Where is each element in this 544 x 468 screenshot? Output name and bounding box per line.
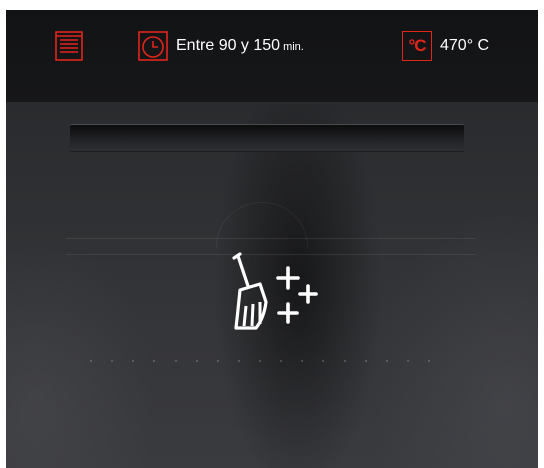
status-duration: Entre 90 y 150 min.: [138, 30, 304, 62]
temperature-value: 470° C: [440, 37, 490, 54]
door-handle: [70, 124, 464, 151]
oven-display: Entre 90 y 150 min. °C 470° C: [0, 0, 544, 468]
celsius-glyph: °C: [408, 36, 426, 55]
oven-mode-icon: [54, 31, 84, 61]
duration-text: Entre 90 y 150 min.: [176, 37, 304, 55]
status-mode: [54, 30, 84, 62]
clock-icon: [138, 31, 168, 61]
status-temperature: °C 470° C: [402, 30, 489, 62]
celsius-icon: °C: [402, 31, 432, 61]
duration-unit: min.: [283, 41, 304, 53]
cleaning-broom-sparkle-icon: [226, 244, 328, 340]
oven-frame: [6, 10, 538, 468]
door-vent-dots: [90, 360, 430, 366]
duration-value: Entre 90 y 150: [176, 37, 281, 54]
reflection-shape: [216, 202, 308, 249]
